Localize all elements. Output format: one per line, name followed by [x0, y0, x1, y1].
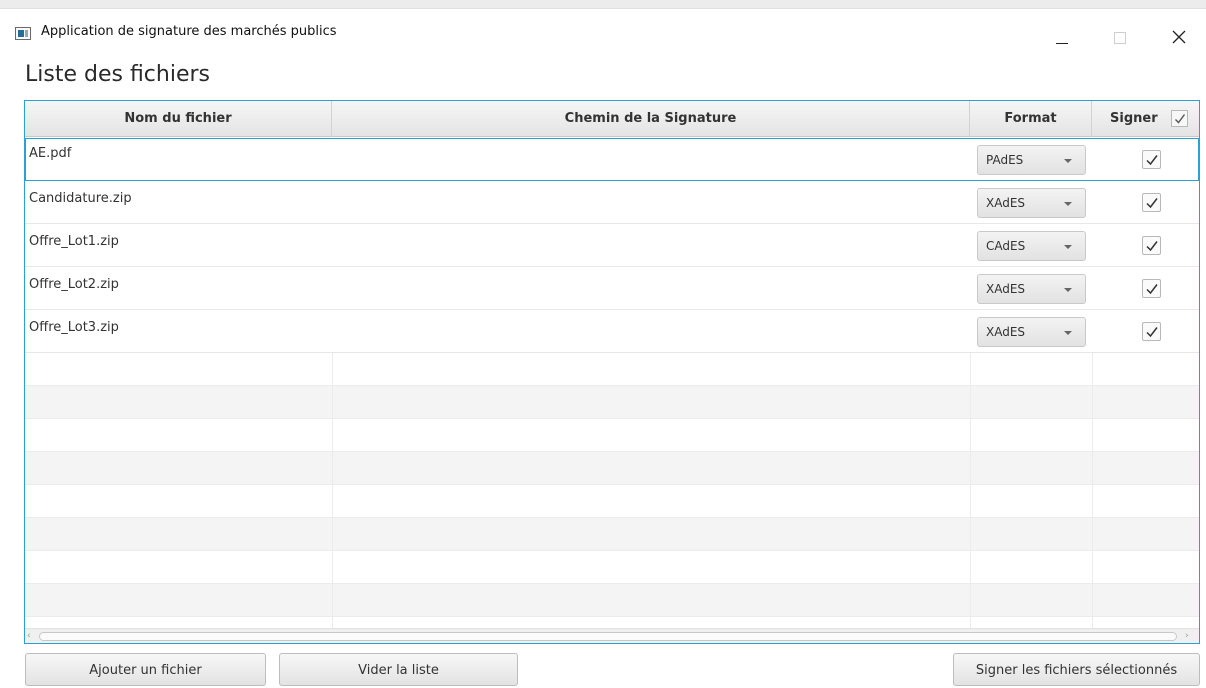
sign-checkbox[interactable]: [1142, 150, 1161, 169]
empty-row: [25, 485, 1199, 518]
empty-row: [25, 452, 1199, 485]
table-header: Nom du fichier Chemin de la Signature Fo…: [25, 101, 1199, 137]
column-header-sign-label: Signer: [1110, 111, 1158, 126]
sign-selected-button[interactable]: Signer les fichiers sélectionnés: [953, 653, 1200, 686]
clear-list-button[interactable]: Vider la liste: [279, 653, 518, 686]
format-select[interactable]: XAdES: [977, 274, 1086, 304]
file-name-cell: Candidature.zip: [29, 191, 132, 206]
format-value: XAdES: [986, 325, 1026, 339]
add-file-button[interactable]: Ajouter un fichier: [25, 653, 266, 686]
check-icon: [1175, 114, 1186, 124]
file-name-cell: Offre_Lot2.zip: [29, 277, 119, 292]
sign-checkbox[interactable]: [1142, 193, 1161, 212]
check-icon: [1146, 155, 1158, 166]
title-bar: Application de signature des marchés pub…: [0, 9, 1206, 55]
format-select[interactable]: XAdES: [977, 188, 1086, 218]
window-title: Application de signature des marchés pub…: [41, 24, 337, 39]
close-button[interactable]: [1158, 19, 1202, 49]
empty-row: [25, 518, 1199, 551]
chevron-down-icon: [1064, 159, 1072, 163]
format-value: CAdES: [986, 239, 1026, 253]
chevron-down-icon: [1064, 331, 1072, 335]
minimize-button[interactable]: [1040, 19, 1084, 49]
column-header-format[interactable]: Format: [970, 101, 1092, 137]
scroll-right-icon[interactable]: ›: [1185, 632, 1195, 641]
window-top-strip: [0, 0, 1206, 9]
column-header-sign[interactable]: Signer: [1092, 101, 1199, 137]
files-table: Nom du fichier Chemin de la Signature Fo…: [24, 100, 1200, 644]
file-name-cell: Offre_Lot3.zip: [29, 320, 119, 335]
sign-all-checkbox[interactable]: [1171, 110, 1188, 127]
empty-row: [25, 551, 1199, 584]
chevron-down-icon: [1064, 288, 1072, 292]
check-icon: [1146, 241, 1158, 252]
empty-row: [25, 584, 1199, 617]
format-select[interactable]: CAdES: [977, 231, 1086, 261]
format-value: PAdES: [986, 153, 1024, 167]
table-body: AE.pdf PAdES Candidature.zip XAdES Offre…: [25, 138, 1199, 628]
file-name-cell: AE.pdf: [29, 146, 72, 161]
close-icon: [1172, 30, 1186, 44]
format-value: XAdES: [986, 282, 1026, 296]
chevron-down-icon: [1064, 202, 1072, 206]
check-icon: [1146, 198, 1158, 209]
file-name-cell: Offre_Lot1.zip: [29, 234, 119, 249]
sign-checkbox[interactable]: [1142, 236, 1161, 255]
table-row[interactable]: Candidature.zip XAdES: [25, 181, 1199, 224]
empty-row: [25, 353, 1199, 386]
check-icon: [1146, 284, 1158, 295]
table-row[interactable]: AE.pdf PAdES: [25, 138, 1199, 181]
app-window-icon: [15, 27, 31, 40]
format-select[interactable]: XAdES: [977, 317, 1086, 347]
check-icon: [1146, 327, 1158, 338]
column-header-name[interactable]: Nom du fichier: [25, 101, 332, 137]
table-row[interactable]: Offre_Lot3.zip XAdES: [25, 310, 1199, 353]
format-value: XAdES: [986, 196, 1026, 210]
sign-checkbox[interactable]: [1142, 279, 1161, 298]
format-select[interactable]: PAdES: [977, 145, 1086, 175]
table-row[interactable]: Offre_Lot2.zip XAdES: [25, 267, 1199, 310]
sign-checkbox[interactable]: [1142, 322, 1161, 341]
empty-row: [25, 386, 1199, 419]
table-row[interactable]: Offre_Lot1.zip CAdES: [25, 224, 1199, 267]
maximize-button[interactable]: [1098, 19, 1142, 49]
horizontal-scrollbar[interactable]: ‹ ›: [25, 628, 1199, 643]
column-header-path[interactable]: Chemin de la Signature: [332, 101, 970, 137]
scrollbar-thumb[interactable]: [39, 632, 1177, 641]
empty-row: [25, 419, 1199, 452]
chevron-down-icon: [1064, 245, 1072, 249]
scroll-left-icon[interactable]: ‹: [27, 632, 37, 641]
page-title: Liste des fichiers: [25, 62, 210, 87]
